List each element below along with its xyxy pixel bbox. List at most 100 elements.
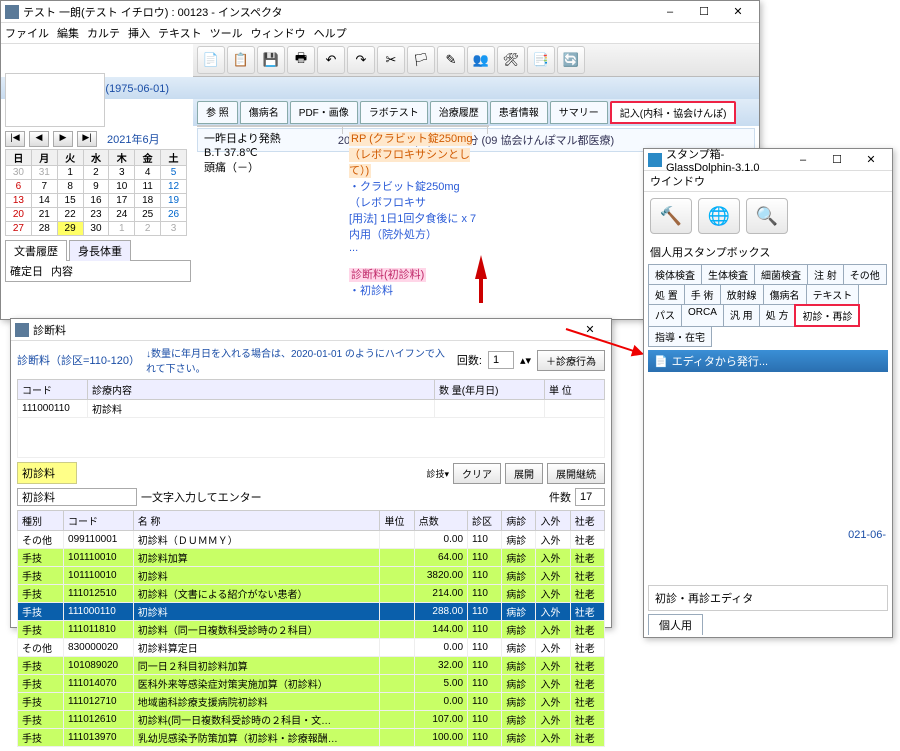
tool-icon[interactable]: 🛠 xyxy=(497,46,525,74)
spinner-icon[interactable]: ▴▾ xyxy=(520,354,531,367)
tab-height-weight[interactable]: 身長体重 xyxy=(69,240,131,261)
menu-item[interactable]: ファイル xyxy=(5,28,49,40)
selected-row[interactable]: 111000110 初診料 xyxy=(18,400,605,418)
karte-tab[interactable]: サマリー xyxy=(550,101,608,124)
calendar-day[interactable]: 30 xyxy=(83,222,109,236)
calendar-day[interactable]: 19 xyxy=(161,194,187,208)
result-row[interactable]: 手技101110010初診料3820.00110病診入外社老 xyxy=(18,567,605,585)
history-icon[interactable]: 🏳 xyxy=(407,46,435,74)
calendar-day[interactable]: 9 xyxy=(83,180,109,194)
karte-tab[interactable]: ラボテスト xyxy=(360,101,428,124)
new-icon[interactable]: 📄 xyxy=(197,46,225,74)
tab-doc-history[interactable]: 文書履歴 xyxy=(5,240,67,261)
menu-item[interactable]: ウィンドウ xyxy=(251,28,306,40)
stamp-tab[interactable]: テキスト xyxy=(806,284,860,305)
calendar-day[interactable]: 16 xyxy=(83,194,109,208)
hammer-icon[interactable]: 🔨 xyxy=(650,198,692,234)
stamp-min-button[interactable] xyxy=(786,150,820,170)
calendar-day[interactable]: 29 xyxy=(57,222,83,236)
cal-next-button[interactable]: ▶ xyxy=(53,131,73,147)
calendar-day[interactable]: 3 xyxy=(161,222,187,236)
stamp-max-button[interactable] xyxy=(820,150,854,170)
calendar-day[interactable]: 1 xyxy=(109,222,135,236)
calendar-day[interactable]: 11 xyxy=(135,180,161,194)
result-row[interactable]: 手技111011810初診料（同一日複数科受診時の２科目）144.00110病診… xyxy=(18,621,605,639)
stamp-tab[interactable]: 処 置 xyxy=(648,284,685,305)
soap-left[interactable]: 一昨日より発熱B.T 37.8℃頭痛（－） xyxy=(198,126,343,134)
karte-tab[interactable]: 患者情報 xyxy=(490,101,548,124)
result-row[interactable]: その他099110001初診料（ＤＵＭＭＹ）0.00110病診入外社老 xyxy=(18,531,605,549)
calendar[interactable]: 日月火水木金土303112345678910111213141516171819… xyxy=(5,149,187,236)
menu-item[interactable]: 編集 xyxy=(57,28,79,40)
result-row[interactable]: 手技101089020同一日２科目初診料加算32.00110病診入外社老 xyxy=(18,657,605,675)
next-icon[interactable]: 📑 xyxy=(527,46,555,74)
expand-button[interactable]: 展開 xyxy=(505,463,543,484)
stamp-tab[interactable]: 汎 用 xyxy=(723,304,760,327)
stamp-tab[interactable]: 傷病名 xyxy=(763,284,807,305)
calendar-day[interactable]: 2 xyxy=(83,166,109,180)
stamp-item-editor[interactable]: 📄 エディタから発行... xyxy=(648,350,888,372)
calendar-day[interactable]: 31 xyxy=(31,166,57,180)
apply-icon[interactable]: 📋 xyxy=(227,46,255,74)
result-row[interactable]: 手技111000110初診料288.00110病診入外社老 xyxy=(18,603,605,621)
clear-button[interactable]: クリア xyxy=(453,463,501,484)
stamp-close-button[interactable] xyxy=(854,150,888,170)
calendar-day[interactable]: 8 xyxy=(57,180,83,194)
results-table[interactable]: 種別コード名 称単位点数診区病診入外社老その他099110001初診料（ＤＵＭＭ… xyxy=(17,510,605,747)
calendar-day[interactable]: 15 xyxy=(57,194,83,208)
result-row[interactable]: 手技101110010初診料加算64.00110病診入外社老 xyxy=(18,549,605,567)
result-row[interactable]: 手技111012610初診料(同一日複数科受診時の２科目・文…107.00110… xyxy=(18,711,605,729)
maximize-button[interactable] xyxy=(687,2,721,22)
undo-icon[interactable]: ↶ xyxy=(317,46,345,74)
close-button[interactable] xyxy=(721,2,755,22)
stamp-tab[interactable]: パス xyxy=(648,304,682,327)
karte-tab[interactable]: 記入(内科・協会けんぽ) xyxy=(610,101,737,124)
karte-tab[interactable]: PDF・画像 xyxy=(290,101,358,124)
footer-tab-personal[interactable]: 個人用 xyxy=(648,614,703,635)
people-icon[interactable]: 👥 xyxy=(467,46,495,74)
filter-icon[interactable]: 診技▾ xyxy=(426,467,449,480)
stamp-tab[interactable]: 細菌検査 xyxy=(754,264,808,285)
calendar-day[interactable]: 21 xyxy=(31,208,57,222)
karte-tab[interactable]: 参 照 xyxy=(197,101,238,124)
stamp-tab[interactable]: 検体検査 xyxy=(648,264,702,285)
calendar-day[interactable]: 25 xyxy=(135,208,161,222)
stamp-tab[interactable]: 指導・在宅 xyxy=(648,326,712,347)
result-row[interactable]: その他830000020初診料算定日0.00110病診入外社老 xyxy=(18,639,605,657)
calendar-day[interactable]: 17 xyxy=(109,194,135,208)
cut-icon[interactable]: ✂ xyxy=(377,46,405,74)
cal-prev-button[interactable]: ◀ xyxy=(29,131,49,147)
calendar-day[interactable]: 3 xyxy=(109,166,135,180)
menu-item[interactable]: 挿入 xyxy=(128,28,150,40)
calendar-day[interactable]: 6 xyxy=(6,180,32,194)
search-input[interactable] xyxy=(17,488,137,506)
calendar-day[interactable]: 7 xyxy=(31,180,57,194)
calendar-day[interactable]: 1 xyxy=(57,166,83,180)
calendar-day[interactable]: 22 xyxy=(57,208,83,222)
calendar-day[interactable]: 2 xyxy=(135,222,161,236)
calendar-day[interactable]: 5 xyxy=(161,166,187,180)
save-icon[interactable]: 💾 xyxy=(257,46,285,74)
menu-item[interactable]: ツール xyxy=(210,28,243,40)
stamp-tab[interactable]: 手 術 xyxy=(684,284,721,305)
stamp-tab[interactable]: 放射線 xyxy=(720,284,764,305)
stamp-tab[interactable]: 注 射 xyxy=(807,264,844,285)
stamp-tab[interactable]: 処 方 xyxy=(759,304,796,327)
redo-icon[interactable]: ↷ xyxy=(347,46,375,74)
add-act-button[interactable]: ＋診療行為 xyxy=(537,350,605,371)
calendar-day[interactable]: 4 xyxy=(135,166,161,180)
calendar-day[interactable]: 28 xyxy=(31,222,57,236)
calendar-day[interactable]: 10 xyxy=(109,180,135,194)
schema-icon[interactable]: ✎ xyxy=(437,46,465,74)
stamp-tab[interactable]: 初診・再診 xyxy=(794,304,860,327)
result-row[interactable]: 手技111012510初診料（文書による紹介がない患者）214.00110病診入… xyxy=(18,585,605,603)
karte-tab[interactable]: 治療履歴 xyxy=(430,101,488,124)
cal-first-button[interactable]: |◀ xyxy=(5,131,25,147)
print-icon[interactable]: 🖶 xyxy=(287,46,315,74)
calendar-day[interactable]: 30 xyxy=(6,166,32,180)
menu-item[interactable]: テキスト xyxy=(158,28,202,40)
calendar-day[interactable]: 24 xyxy=(109,208,135,222)
stamp-tab[interactable]: 生体検査 xyxy=(701,264,755,285)
calendar-day[interactable]: 14 xyxy=(31,194,57,208)
karte-tab[interactable]: 傷病名 xyxy=(240,101,288,124)
